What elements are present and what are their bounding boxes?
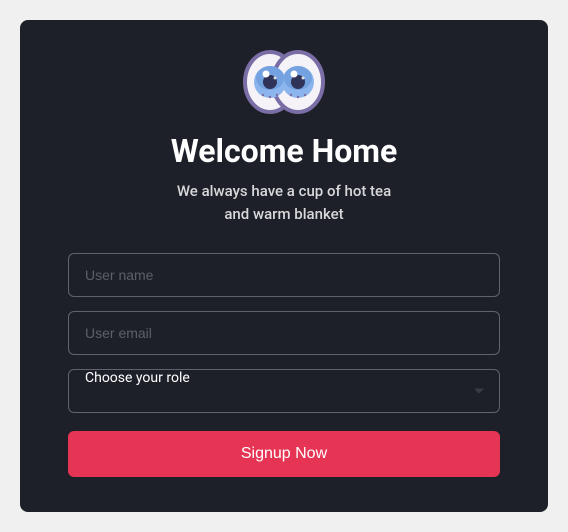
signup-card: Welcome Home We always have a cup of hot… [20,20,548,512]
signup-button[interactable]: Signup Now [68,431,500,477]
subtitle-line1: We always have a cup of hot tea [177,182,391,200]
eyes-icon [241,48,327,116]
role-select-wrap: Choose your role [68,369,500,413]
page-subtitle: We always have a cup of hot tea and warm… [177,180,391,225]
email-input[interactable] [68,311,500,355]
subtitle-line2: and warm blanket [224,205,343,223]
logo [241,48,327,120]
page-title: Welcome Home [171,132,398,170]
username-input[interactable] [68,253,500,297]
signup-form: Choose your role Signup Now [68,253,500,477]
role-select[interactable]: Choose your role [68,369,500,413]
